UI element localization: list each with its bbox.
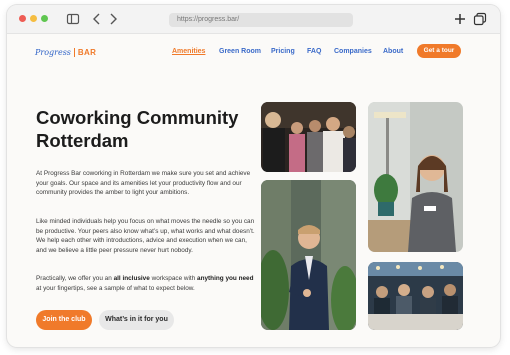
nav-link-green-room[interactable]: Green Room bbox=[219, 48, 261, 55]
nav-link-companies[interactable]: Companies bbox=[334, 48, 372, 55]
address-bar[interactable]: https://progress.bar/ bbox=[169, 13, 353, 27]
site-logo[interactable]: Progress BAR bbox=[35, 45, 96, 59]
forward-icon[interactable] bbox=[105, 11, 121, 27]
logo-divider bbox=[73, 47, 75, 57]
photo-community-event bbox=[261, 102, 356, 172]
close-window-icon[interactable] bbox=[19, 15, 26, 22]
nav-link-faq[interactable]: FAQ bbox=[307, 48, 321, 55]
nav-link-pricing[interactable]: Pricing bbox=[271, 48, 295, 55]
hero-paragraph-3: Practically, we offer you an all inclusi… bbox=[36, 274, 256, 293]
photo-community-dinner bbox=[368, 262, 463, 330]
back-icon[interactable] bbox=[89, 11, 105, 27]
photo-member-portrait bbox=[368, 102, 463, 252]
paragraph-text: workspace with bbox=[149, 275, 198, 282]
hero-paragraph-1: At Progress Bar coworking in Rotterdam w… bbox=[36, 170, 251, 197]
paragraph-bold: anything you need bbox=[197, 275, 254, 282]
tab-overview-icon[interactable] bbox=[472, 11, 488, 27]
sidebar-toggle-icon[interactable] bbox=[65, 11, 81, 27]
paragraph-text: at your fingertips, see a sample of what… bbox=[36, 284, 195, 292]
browser-window: https://progress.bar/ Progress BAR Ameni… bbox=[7, 5, 500, 347]
nav-link-amenities[interactable]: Amenities bbox=[172, 48, 205, 55]
hero-title: Coworking Community Rotterdam bbox=[36, 107, 239, 151]
get-a-tour-button[interactable]: Get a tour bbox=[417, 44, 461, 58]
new-tab-icon[interactable] bbox=[452, 11, 468, 27]
paragraph-bold: all inclusive bbox=[113, 275, 150, 282]
join-the-club-button[interactable]: Join the club bbox=[36, 310, 92, 330]
logo-wordmark: BAR bbox=[77, 47, 97, 57]
site-navigation: Progress BAR Amenities Green Room Pricin… bbox=[7, 33, 500, 69]
paragraph-text: Practically, we offer you an bbox=[36, 275, 114, 282]
browser-titlebar: https://progress.bar/ bbox=[7, 5, 500, 34]
nav-link-about[interactable]: About bbox=[383, 48, 403, 55]
maximize-window-icon[interactable] bbox=[41, 15, 48, 22]
whats-in-it-for-you-button[interactable]: What’s in it for you bbox=[99, 310, 174, 330]
photo-speaker bbox=[261, 180, 356, 330]
hero-paragraph-2: Like minded individuals help you focus o… bbox=[36, 218, 255, 254]
logo-script: Progress bbox=[35, 47, 71, 57]
minimize-window-icon[interactable] bbox=[30, 15, 37, 22]
